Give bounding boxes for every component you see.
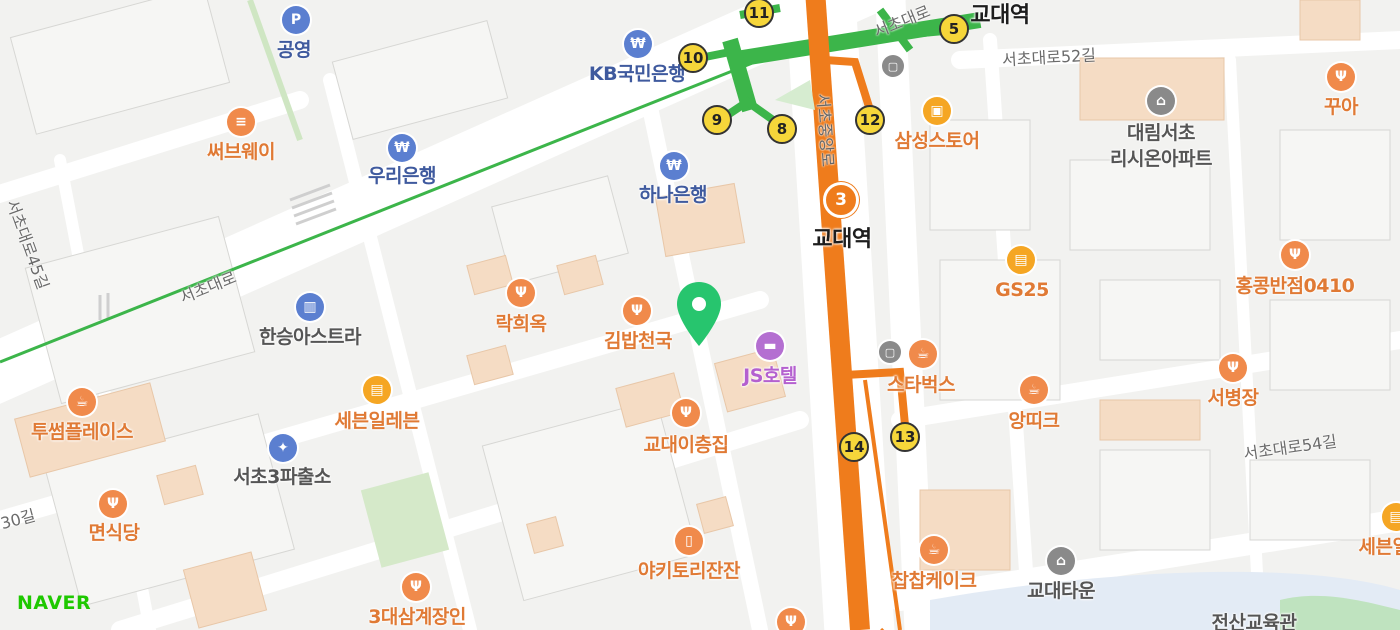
- restaurant-icon[interactable]: Ψ: [777, 608, 805, 630]
- cafe-icon[interactable]: ☕: [68, 388, 96, 416]
- station-label-gyodae-main[interactable]: 교대역: [812, 229, 872, 251]
- subway-facility-icon: ▢: [879, 341, 901, 363]
- road-label-seocho-jungang: 서초중앙로: [813, 92, 838, 168]
- place-label-subway[interactable]: 써브웨이: [207, 141, 275, 163]
- cafe-icon[interactable]: ☕: [1020, 376, 1048, 404]
- place-label-seven-eleven-2[interactable]: 세븐일: [1359, 536, 1400, 558]
- road-label-seocho-daero-52: 서초대로52길: [1001, 45, 1097, 70]
- place-label-myeonsik[interactable]: 면식당: [89, 522, 140, 544]
- place-label-seven-eleven[interactable]: 세븐일레븐: [335, 410, 420, 432]
- apartment-icon[interactable]: ▥: [296, 293, 324, 321]
- building-icon[interactable]: ⌂: [1147, 87, 1175, 115]
- store-icon[interactable]: ▣: [923, 97, 951, 125]
- police-icon[interactable]: ✦: [269, 434, 297, 462]
- restaurant-icon[interactable]: Ψ: [623, 297, 651, 325]
- place-label-kimbap[interactable]: 김밥천국: [604, 330, 672, 352]
- place-label-daerim-apartment[interactable]: 대림서초 리시온아파트: [1110, 120, 1212, 172]
- exit-9-marker[interactable]: 9: [702, 105, 732, 135]
- restaurant-icon[interactable]: Ψ: [1281, 241, 1309, 269]
- parking-icon[interactable]: P: [282, 6, 310, 34]
- bank-icon[interactable]: ₩: [388, 134, 416, 162]
- cafe-icon[interactable]: ☕: [909, 340, 937, 368]
- building-icon[interactable]: ⌂: [1047, 547, 1075, 575]
- place-label-police[interactable]: 서초3파출소: [233, 466, 331, 488]
- restaurant-icon[interactable]: Ψ: [402, 573, 430, 601]
- restaurant-icon[interactable]: Ψ: [99, 490, 127, 518]
- exit-12-marker[interactable]: 12: [855, 105, 885, 135]
- place-label-rakhee[interactable]: 락희옥: [496, 313, 547, 335]
- hotel-icon[interactable]: ▬: [756, 332, 784, 360]
- burger-icon[interactable]: ≡: [227, 108, 255, 136]
- cafe-icon[interactable]: ☕: [920, 536, 948, 564]
- place-label-kb-bank[interactable]: KB국민은행: [589, 63, 686, 85]
- restaurant-icon[interactable]: Ψ: [672, 399, 700, 427]
- bank-icon[interactable]: ₩: [660, 152, 688, 180]
- place-label-seobyeong[interactable]: 서병장: [1208, 387, 1259, 409]
- place-label-gyodae-town[interactable]: 교대타운: [1027, 580, 1095, 602]
- place-label-samgye[interactable]: 3대삼계장인: [368, 606, 466, 628]
- place-label-parking[interactable]: 공영: [277, 39, 311, 61]
- place-label-js-hotel[interactable]: JS호텔: [743, 365, 797, 387]
- map-canvas[interactable]: 서초대로 서초대로45길 서초대로52길 서초대로54길 서초중앙로 서초대로 …: [0, 0, 1400, 630]
- place-label-gs25[interactable]: GS25: [995, 279, 1049, 301]
- subway-facility-icon: ▢: [882, 55, 904, 77]
- place-label-hana-bank[interactable]: 하나은행: [639, 184, 707, 206]
- place-label-yakitori[interactable]: 야키토리잔잔: [638, 560, 740, 582]
- restaurant-icon[interactable]: Ψ: [507, 279, 535, 307]
- exit-10-marker[interactable]: 10: [678, 43, 708, 73]
- place-label-hanseung-astra[interactable]: 한승아스트라: [259, 326, 361, 348]
- place-label-starbucks[interactable]: 스타벅스: [887, 374, 955, 396]
- place-label-twosome[interactable]: 투썸플레이스: [31, 421, 133, 443]
- place-label-chapchap[interactable]: 찹찹케이크: [892, 570, 977, 592]
- convenience-store-icon[interactable]: ▤: [363, 376, 391, 404]
- location-pin-icon[interactable]: [675, 280, 723, 350]
- restaurant-icon[interactable]: Ψ: [1327, 63, 1355, 91]
- place-label-hongkong[interactable]: 홍콩반점0410: [1236, 275, 1355, 297]
- convenience-store-icon[interactable]: ▤: [1007, 246, 1035, 274]
- place-label-samsung-store[interactable]: 삼성스토어: [895, 130, 980, 152]
- beer-icon[interactable]: ▯: [675, 527, 703, 555]
- place-label-edu-center[interactable]: 전산교육관: [1212, 612, 1297, 630]
- station-label-gyodae-top[interactable]: 교대역: [970, 5, 1030, 27]
- place-label-woori-bank[interactable]: 우리은행: [368, 165, 436, 187]
- exit-5-marker[interactable]: 5: [939, 14, 969, 44]
- exit-13-marker[interactable]: 13: [890, 422, 920, 452]
- restaurant-icon[interactable]: Ψ: [1219, 354, 1247, 382]
- exit-8-marker[interactable]: 8: [767, 114, 797, 144]
- bank-icon[interactable]: ₩: [624, 30, 652, 58]
- place-label-anttique[interactable]: 앙띠크: [1009, 410, 1060, 432]
- place-label-kkua[interactable]: 꾸아: [1324, 96, 1358, 118]
- exit-14-marker[interactable]: 14: [839, 432, 869, 462]
- line3-badge-icon[interactable]: 3: [823, 182, 859, 218]
- naver-logo: NAVER: [17, 592, 92, 614]
- place-label-gyodae-2floor[interactable]: 교대이층집: [644, 434, 729, 456]
